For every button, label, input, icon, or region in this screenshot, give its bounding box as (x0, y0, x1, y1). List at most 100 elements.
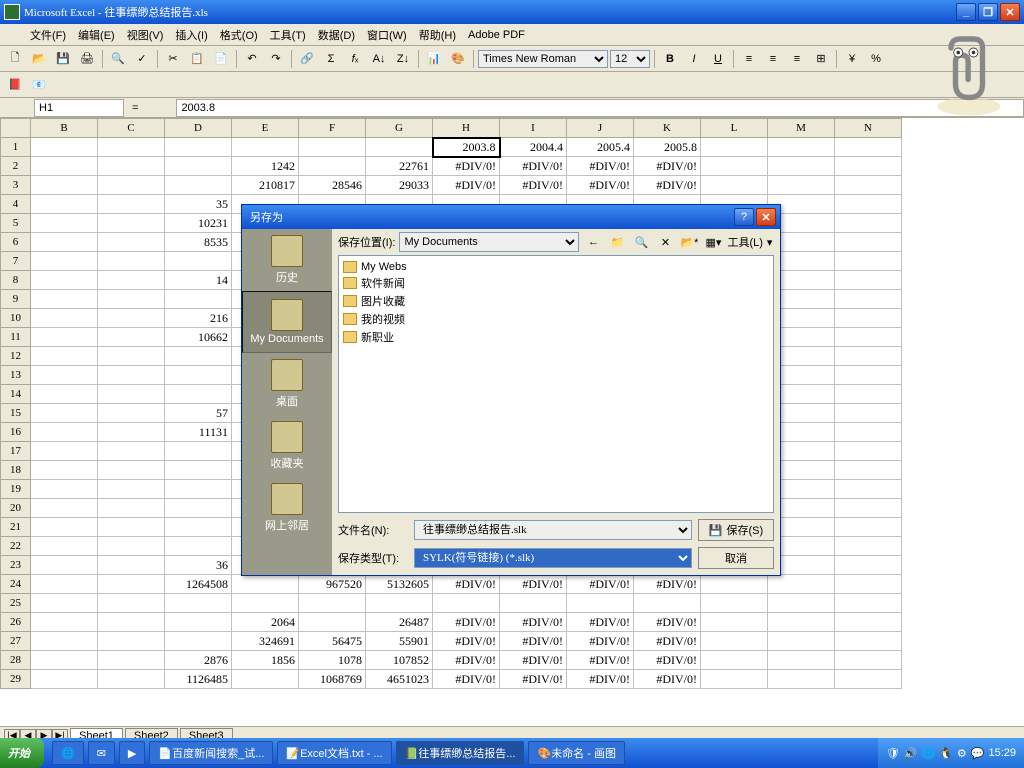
cell[interactable]: 1242 (232, 157, 299, 176)
row-header[interactable]: 3 (1, 176, 31, 195)
row-header[interactable]: 7 (1, 252, 31, 271)
tray-icon[interactable]: 💬 (971, 747, 985, 760)
menu-tools[interactable]: 工具(T) (264, 25, 312, 45)
cell[interactable]: #DIV/0! (634, 670, 701, 689)
cell[interactable]: 28546 (299, 176, 366, 195)
cell[interactable] (433, 594, 500, 613)
cell[interactable] (701, 632, 768, 651)
row-header[interactable]: 26 (1, 613, 31, 632)
row-header[interactable]: 29 (1, 670, 31, 689)
cell[interactable] (31, 518, 98, 537)
quicklaunch-icon[interactable]: 🌐 (52, 741, 84, 765)
row-header[interactable]: 4 (1, 195, 31, 214)
print-button[interactable]: 🖨 (76, 48, 98, 70)
cell[interactable]: 57 (165, 404, 232, 423)
cell[interactable] (165, 613, 232, 632)
cell[interactable]: #DIV/0! (634, 157, 701, 176)
sort-asc-button[interactable]: A↓ (368, 48, 390, 70)
cell[interactable] (31, 309, 98, 328)
sort-desc-button[interactable]: Z↓ (392, 48, 414, 70)
cell[interactable] (31, 442, 98, 461)
drawing-button[interactable]: 🎨 (447, 48, 469, 70)
restore-button[interactable]: ❐ (978, 3, 998, 21)
cell[interactable] (835, 252, 902, 271)
cell[interactable] (98, 214, 165, 233)
cell[interactable]: 29033 (366, 176, 433, 195)
cell[interactable] (835, 499, 902, 518)
menu-view[interactable]: 视图(V) (121, 25, 170, 45)
cell[interactable] (165, 442, 232, 461)
cell[interactable]: #DIV/0! (433, 613, 500, 632)
cell[interactable]: 14 (165, 271, 232, 290)
chart-button[interactable]: 📊 (423, 48, 445, 70)
row-header[interactable]: 19 (1, 480, 31, 499)
cell[interactable]: #DIV/0! (433, 632, 500, 651)
cell[interactable]: 8535 (165, 233, 232, 252)
autosum-button[interactable]: Σ (320, 48, 342, 70)
column-header[interactable]: J (567, 119, 634, 138)
cell[interactable] (701, 670, 768, 689)
pdf-mail-button[interactable]: 📧 (28, 74, 50, 96)
cell[interactable]: #DIV/0! (500, 613, 567, 632)
row-header[interactable]: 13 (1, 366, 31, 385)
cell[interactable] (98, 309, 165, 328)
hyperlink-button[interactable]: 🔗 (296, 48, 318, 70)
cell[interactable] (98, 385, 165, 404)
save-button[interactable]: 💾保存(S) (698, 519, 774, 541)
formula-bar[interactable]: 2003.8 (176, 99, 1024, 117)
cell[interactable]: 22761 (366, 157, 433, 176)
cell[interactable] (31, 385, 98, 404)
save-in-select[interactable]: My Documents (399, 232, 579, 252)
bold-button[interactable]: B (659, 48, 681, 70)
cell[interactable] (835, 366, 902, 385)
row-header[interactable]: 14 (1, 385, 31, 404)
tray-icon[interactable]: 🐧 (939, 747, 953, 760)
cell[interactable] (31, 138, 98, 157)
cell[interactable] (98, 366, 165, 385)
cell[interactable] (232, 575, 299, 594)
cell[interactable] (31, 575, 98, 594)
cell[interactable] (768, 157, 835, 176)
cell[interactable] (165, 385, 232, 404)
folder-item[interactable]: 软件新闻 (343, 274, 769, 292)
folder-item[interactable]: My Webs (343, 260, 769, 274)
cell[interactable] (768, 138, 835, 157)
filename-input[interactable]: 往事缥缈总结报告.slk (414, 520, 692, 540)
search-web-button[interactable]: 🔍 (631, 232, 651, 252)
column-header[interactable]: H (433, 119, 500, 138)
new-button[interactable]: 🗋 (4, 48, 26, 70)
cell[interactable] (31, 195, 98, 214)
print-preview-button[interactable]: 🔍 (107, 48, 129, 70)
cell[interactable] (768, 651, 835, 670)
up-button[interactable]: 📁 (607, 232, 627, 252)
cell[interactable]: 2004.4 (500, 138, 567, 157)
cell[interactable] (835, 233, 902, 252)
cell[interactable] (98, 499, 165, 518)
clock[interactable]: 15:29 (988, 747, 1016, 759)
cell[interactable]: #DIV/0! (500, 575, 567, 594)
cell[interactable]: #DIV/0! (634, 613, 701, 632)
row-header[interactable]: 23 (1, 556, 31, 575)
filetype-select[interactable]: SYLK(符号链接) (*.slk) (414, 548, 692, 568)
cell[interactable] (31, 613, 98, 632)
cell[interactable] (701, 157, 768, 176)
cell[interactable] (98, 157, 165, 176)
cell[interactable] (98, 347, 165, 366)
dialog-help-button[interactable]: ? (734, 208, 754, 226)
tray-icon[interactable]: 🛡 (886, 747, 900, 760)
quicklaunch-icon[interactable]: ✉ (88, 741, 115, 765)
back-button[interactable]: ← (583, 232, 603, 252)
row-header[interactable]: 1 (1, 138, 31, 157)
tray-icon[interactable]: 🔊 (904, 747, 918, 760)
cell[interactable] (165, 632, 232, 651)
cell[interactable]: #DIV/0! (500, 632, 567, 651)
cut-button[interactable]: ✂ (162, 48, 184, 70)
cell[interactable] (835, 157, 902, 176)
save-button[interactable]: 💾 (52, 48, 74, 70)
cell[interactable] (31, 233, 98, 252)
cell[interactable] (835, 480, 902, 499)
cell[interactable] (835, 575, 902, 594)
cell[interactable]: #DIV/0! (433, 670, 500, 689)
cell[interactable] (165, 176, 232, 195)
cell[interactable] (835, 328, 902, 347)
